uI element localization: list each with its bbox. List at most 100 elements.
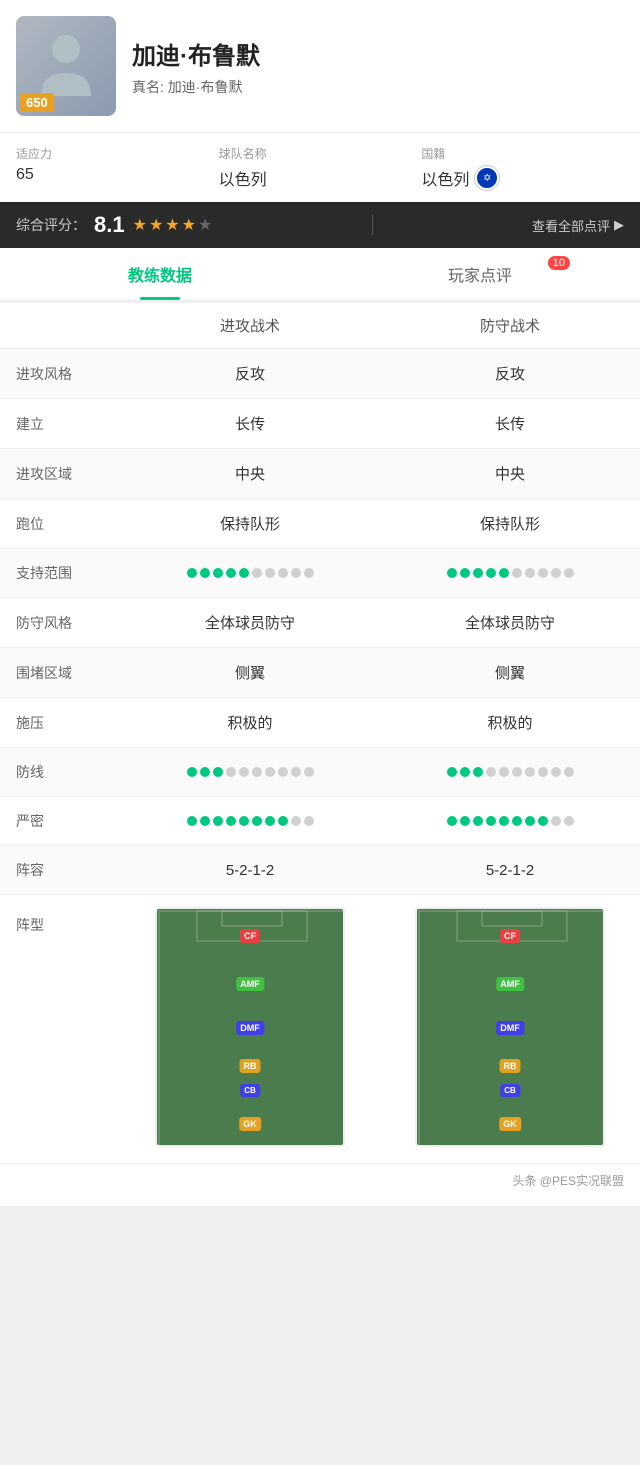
star-1: ★ xyxy=(133,215,147,235)
row-defense-2: 中央 xyxy=(380,463,640,484)
arrow-right-icon: ▶ xyxy=(614,217,624,233)
position-cbr: CB xyxy=(240,1084,260,1097)
col-defense-header: 防守战术 xyxy=(380,315,640,336)
position-cf2-d: CF xyxy=(500,929,520,943)
table-row: 防线 xyxy=(0,748,640,797)
dot xyxy=(460,568,470,578)
table-row: 阵容 5-2-1-2 5-2-1-2 xyxy=(0,846,640,895)
table-row: 跑位 保持队形 保持队形 xyxy=(0,499,640,549)
watermark: 头条 @PES实况联盟 xyxy=(512,1174,624,1188)
dot xyxy=(512,767,522,777)
row-defense-3: 保持队形 xyxy=(380,513,640,534)
position-dmf2: DMF xyxy=(236,1021,264,1035)
progress-bar-attack-9 xyxy=(120,816,380,826)
tab-player-review[interactable]: 玩家点评 10 xyxy=(320,248,640,300)
dot xyxy=(187,816,197,826)
position-gk-d: GK xyxy=(499,1117,521,1131)
dot xyxy=(213,816,223,826)
table-row: 严密 xyxy=(0,797,640,846)
rating-right[interactable]: 查看全部点评 ▶ xyxy=(532,216,624,235)
row-defense-8 xyxy=(380,767,640,777)
dot xyxy=(525,568,535,578)
row-label-1: 建立 xyxy=(0,414,120,434)
position-cf2: CF xyxy=(240,929,260,943)
dot xyxy=(447,767,457,777)
dot xyxy=(460,767,470,777)
col-attack-header: 进攻战术 xyxy=(120,315,380,336)
player-real-name: 真名: 加迪·布鲁默 xyxy=(132,77,260,97)
progress-bar-attack xyxy=(120,568,380,578)
dot xyxy=(291,767,301,777)
position-gk: GK xyxy=(239,1117,261,1131)
dot xyxy=(226,568,236,578)
progress-bar-defense-8 xyxy=(380,767,640,777)
dot xyxy=(239,816,249,826)
position-rb: RB xyxy=(240,1059,261,1073)
formation-row-label: 阵型 xyxy=(0,907,120,935)
position-cbr-d: CB xyxy=(500,1084,520,1097)
dot xyxy=(239,767,249,777)
table-row: 防守风格 全体球员防守 全体球员防守 xyxy=(0,598,640,648)
rating-stars: ★ ★ ★ ★ ★ xyxy=(133,215,213,235)
dot xyxy=(239,568,249,578)
dot xyxy=(486,568,496,578)
dot xyxy=(278,816,288,826)
star-3: ★ xyxy=(165,215,179,235)
dot xyxy=(564,767,574,777)
dot xyxy=(187,568,197,578)
rating-label: 综合评分： xyxy=(16,215,86,235)
row-label-10: 阵容 xyxy=(0,860,120,880)
position-rb-d: RB xyxy=(500,1059,521,1073)
table-row: 进攻区域 中央 中央 xyxy=(0,449,640,499)
star-2: ★ xyxy=(149,215,163,235)
data-table: 进攻战术 防守战术 进攻风格 反攻 反攻 建立 长传 长传 进攻区域 中央 中央… xyxy=(0,303,640,1164)
adaptability-value: 65 xyxy=(16,166,219,184)
position-dmf2-d: DMF xyxy=(496,1021,524,1035)
row-attack-7: 积极的 xyxy=(120,712,380,733)
dot xyxy=(525,767,535,777)
stat-team: 球队名称 以色列 xyxy=(219,145,422,190)
avatar-container: 650 xyxy=(16,16,116,116)
dot xyxy=(538,816,548,826)
dot xyxy=(486,767,496,777)
row-defense-6: 侧翼 xyxy=(380,662,640,683)
dot xyxy=(512,816,522,826)
row-attack-10: 5-2-1-2 xyxy=(120,862,380,879)
dot xyxy=(304,568,314,578)
row-label-3: 跑位 xyxy=(0,514,120,534)
view-all-link[interactable]: 查看全部点评 xyxy=(532,216,610,235)
stat-nationality: 国籍 以色列 ✡ xyxy=(421,145,624,190)
row-label-8: 防线 xyxy=(0,762,120,782)
dot xyxy=(291,816,301,826)
team-label: 球队名称 xyxy=(219,145,422,162)
dot xyxy=(564,568,574,578)
dot xyxy=(252,767,262,777)
dot xyxy=(265,568,275,578)
dot xyxy=(447,568,457,578)
row-defense-7: 积极的 xyxy=(380,712,640,733)
player-badge: 650 xyxy=(20,93,54,112)
star-4: ★ xyxy=(182,215,196,235)
dot xyxy=(473,568,483,578)
progress-bar-defense xyxy=(380,568,640,578)
progress-dots-attack xyxy=(187,568,314,578)
dot xyxy=(265,767,275,777)
nationality-label: 国籍 xyxy=(421,145,624,162)
tab-coach-data[interactable]: 教练数据 xyxy=(0,248,320,300)
dot xyxy=(200,816,210,826)
dot xyxy=(447,816,457,826)
dot xyxy=(564,816,574,826)
avatar-silhouette xyxy=(36,31,96,101)
dot xyxy=(278,767,288,777)
row-defense-1: 长传 xyxy=(380,413,640,434)
row-attack-1: 长传 xyxy=(120,413,380,434)
dot xyxy=(551,816,561,826)
row-defense-9 xyxy=(380,816,640,826)
flag-icon: ✡ xyxy=(475,166,499,190)
star-5: ★ xyxy=(198,215,212,235)
progress-dots-defense xyxy=(447,568,574,578)
row-defense-10: 5-2-1-2 xyxy=(380,862,640,879)
progress-dots-defense-8 xyxy=(447,767,574,777)
row-attack-8 xyxy=(120,767,380,777)
dot xyxy=(252,816,262,826)
